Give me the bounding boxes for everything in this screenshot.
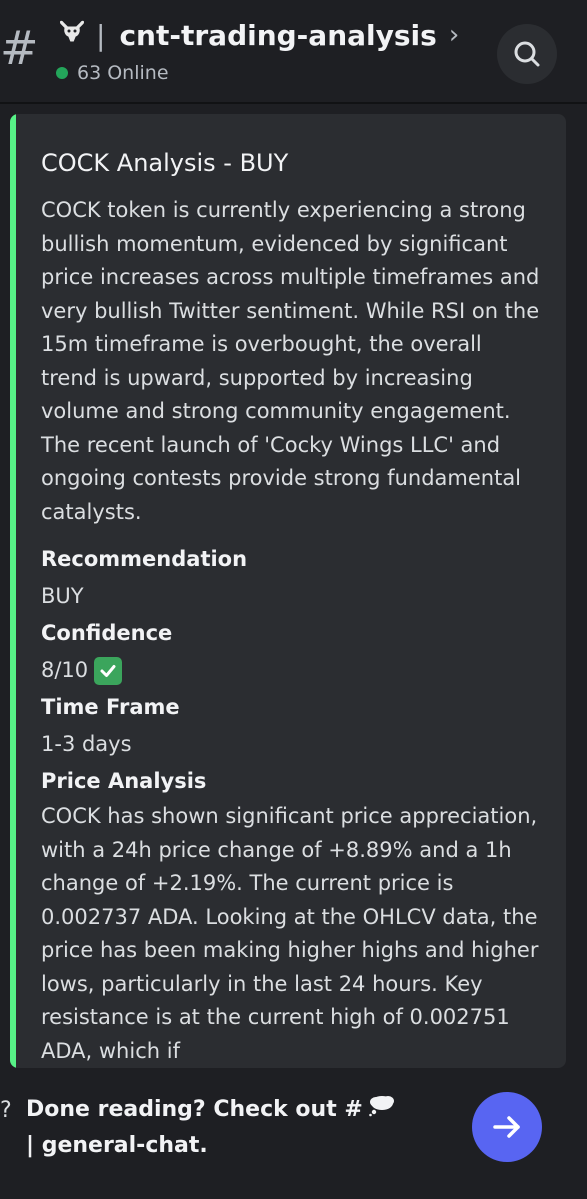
prefix-mark: ? [0, 1098, 12, 1123]
field-name-price-analysis: Price Analysis [41, 769, 207, 793]
embed-content: COCK Analysis - BUY COCK token is curren… [41, 144, 541, 1068]
general-chat-link[interactable]: | general-chat. [26, 1133, 208, 1158]
done-reading-text: Done reading? Check out # | general-chat… [26, 1092, 406, 1163]
field-value-time-frame: 1-3 days [41, 732, 132, 756]
field-value-confidence-row: 8/10 [41, 652, 541, 689]
done-reading-bar: ? Done reading? Check out # | general-ch… [0, 1068, 587, 1199]
embed-title: COCK Analysis - BUY [41, 149, 289, 177]
field-value-price-analysis: COCK has shown significant price appreci… [41, 804, 539, 1063]
field-name-recommendation: Recommendation [41, 547, 248, 571]
channel-header: # | cnt-trading-analysis › 63 Online [0, 0, 587, 104]
embed-accent-bar [10, 114, 16, 1068]
field-name-time-frame: Time Frame [41, 695, 180, 719]
channel-hash-icon: # [0, 21, 39, 75]
field-name-confidence: Confidence [41, 621, 173, 645]
channel-name: cnt-trading-analysis [119, 18, 437, 52]
analysis-embed: COCK Analysis - BUY COCK token is curren… [10, 114, 566, 1068]
search-button[interactable] [497, 24, 557, 84]
chevron-right-icon: › [448, 20, 460, 50]
done-reading-start: Done reading? Check out # [26, 1097, 363, 1122]
field-value-recommendation: BUY [41, 584, 84, 608]
online-dot-icon [56, 67, 68, 79]
thought-cloud-icon [367, 1093, 397, 1128]
check-mark-icon [94, 656, 123, 685]
field-value-confidence: 8/10 [41, 658, 89, 682]
online-status: 63 Online [56, 60, 169, 86]
channel-title-button[interactable]: | cnt-trading-analysis › [96, 14, 459, 56]
channel-separator: | [96, 18, 106, 52]
embed-description: COCK token is currently experiencing a s… [41, 198, 540, 524]
search-icon [514, 41, 540, 67]
online-count: 63 Online [77, 62, 169, 84]
bull-emoji-icon [56, 16, 88, 48]
jump-to-channel-button[interactable] [472, 1092, 542, 1162]
arrow-right-icon [493, 1116, 520, 1138]
